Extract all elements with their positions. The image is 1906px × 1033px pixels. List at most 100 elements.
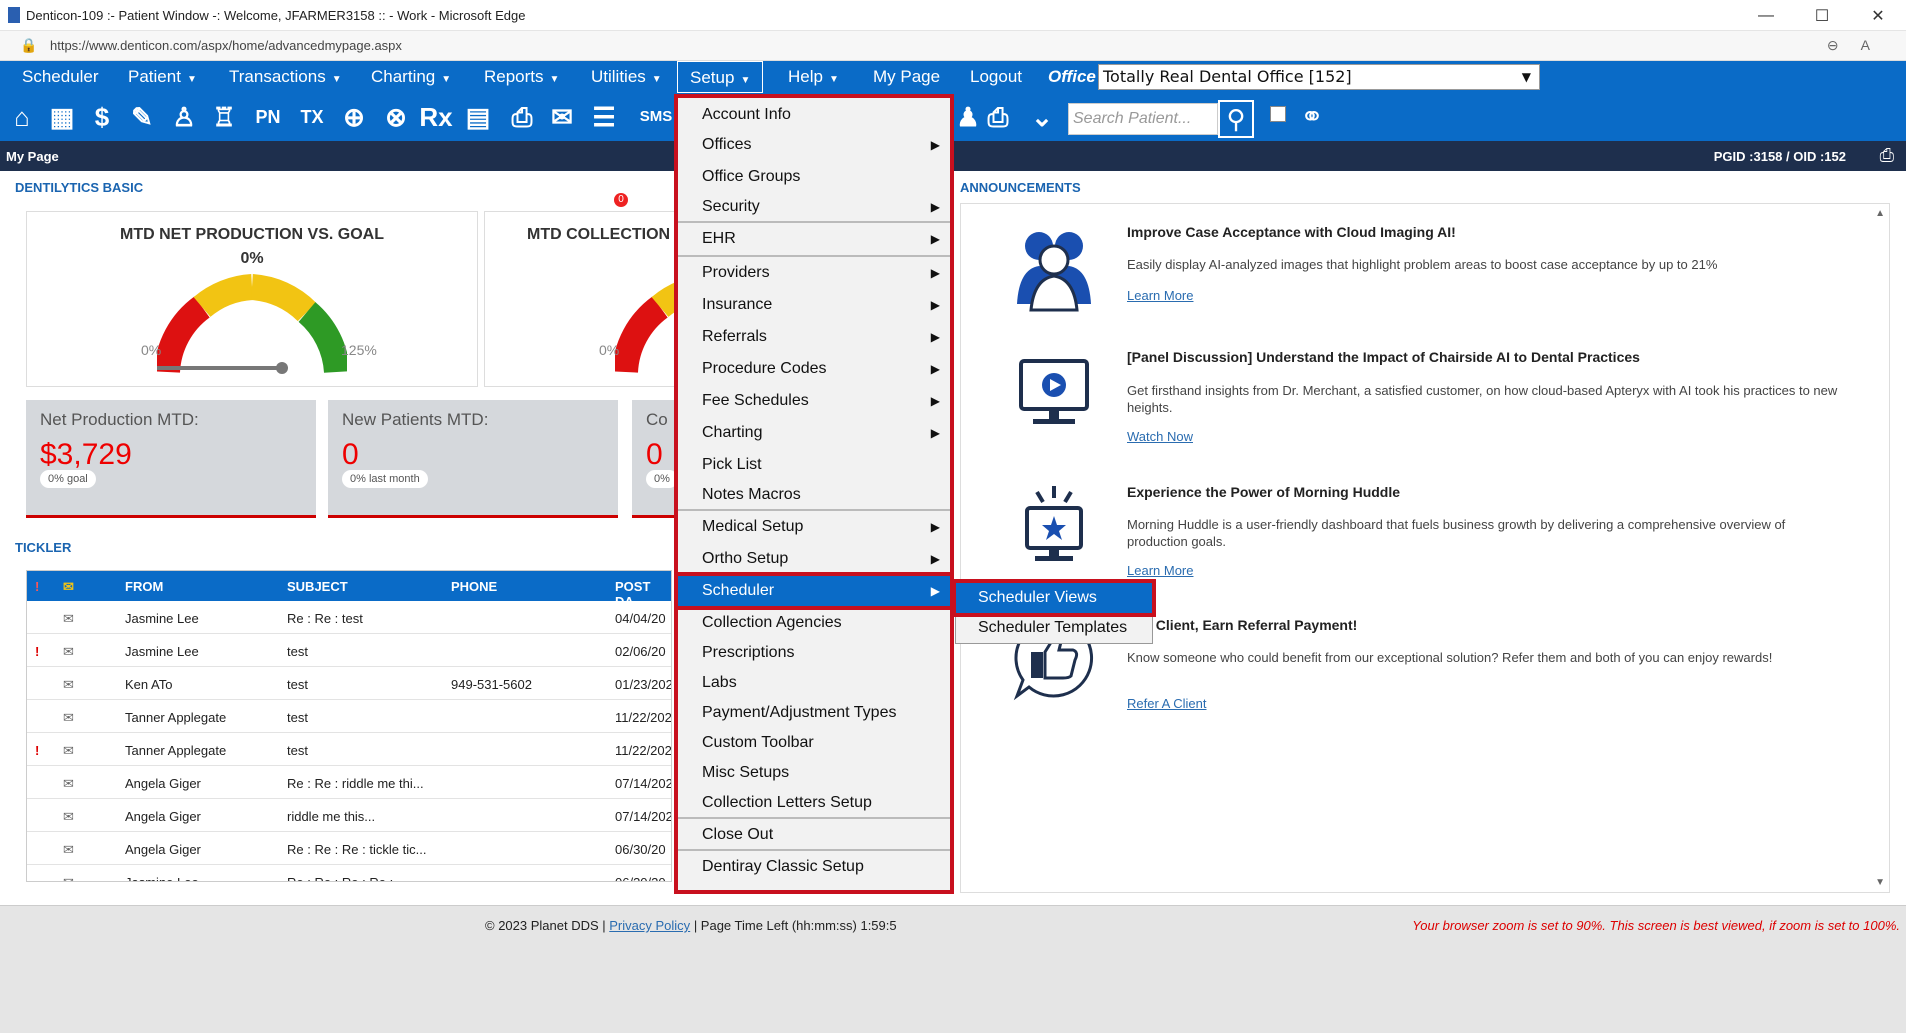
menu-item-label: Account Info [702, 106, 791, 123]
table-row[interactable]: ! ✉ Jasmine Lee test 02/06/20 [27, 634, 671, 667]
menu-item-charting[interactable]: Charting ▶ [678, 418, 950, 448]
watch-now-link[interactable]: Watch Now [1127, 429, 1193, 444]
table-row[interactable]: ✉ Ken ATo test 949-531-5602 01/23/202 [27, 667, 671, 700]
priority-col-icon: ! [35, 579, 40, 594]
table-row[interactable]: ! ✉ Tanner Applegate test 11/22/202 [27, 733, 671, 766]
mail-icon[interactable]: ✉ [544, 99, 580, 135]
menu-item-custom-toolbar[interactable]: Custom Toolbar [678, 728, 950, 758]
progress-notes-icon[interactable]: PN [250, 99, 286, 135]
gauge-min: 0% [599, 342, 620, 358]
url-text[interactable]: https://www.denticon.com/aspx/home/advan… [50, 38, 402, 53]
footer-copyright: © 2023 Planet DDS | Privacy Policy | Pag… [485, 918, 897, 933]
nav-my-page[interactable]: My Page [873, 61, 940, 93]
close-button[interactable]: ✕ [1850, 0, 1906, 31]
col-phone[interactable]: PHONE [451, 579, 497, 594]
table-row[interactable]: ✉ Jasmine Lee Re : Re : Re : Re : 06/30/20 [27, 865, 671, 881]
menu-item-collection-agencies[interactable]: Collection Agencies [678, 608, 950, 638]
menu-item-ehr[interactable]: EHR ▶ [678, 224, 950, 254]
learn-more-link[interactable]: Learn More [1127, 563, 1193, 578]
tickler-header: ! ✉ FROM SUBJECT PHONE POST DA [27, 571, 671, 609]
menu-item-security[interactable]: Security ▶ [678, 192, 950, 222]
menu-item-insurance[interactable]: Insurance ▶ [678, 290, 950, 320]
printer-icon[interactable]: ⎙ [980, 99, 1016, 135]
menu-item-close-out[interactable]: Close Out [678, 820, 950, 850]
table-row[interactable]: ✉ Angela Giger Re : Re : riddle me thi... 0… [27, 766, 671, 799]
maximize-button[interactable]: ☐ [1794, 0, 1850, 31]
calendar-icon[interactable]: ▦ [44, 99, 80, 135]
scroll-up-icon[interactable]: ▲ [1875, 208, 1885, 219]
menu-item-scheduler-templates[interactable]: Scheduler Templates [956, 613, 1152, 643]
nav-help[interactable]: Help ▼ [788, 61, 839, 93]
table-row[interactable]: ✉ Tanner Applegate test 11/22/202 [27, 700, 671, 733]
teeth-icon[interactable]: ♖ [206, 99, 242, 135]
menu-item-offices[interactable]: Offices ▶ [678, 130, 950, 160]
treatment-icon[interactable]: TX [294, 99, 330, 135]
prescription-icon[interactable]: Rx [418, 99, 454, 135]
menu-item-medical-setup[interactable]: Medical Setup ▶ [678, 512, 950, 542]
checkbox[interactable] [1270, 106, 1286, 122]
menu-item-ortho-setup[interactable]: Ortho Setup ▶ [678, 544, 950, 574]
zoom-icon[interactable]: ⊖A [1827, 37, 1892, 54]
nav-scheduler[interactable]: Scheduler [22, 61, 99, 93]
menu-item-office-groups[interactable]: Office Groups [678, 162, 950, 192]
table-row[interactable]: ✉ Jasmine Lee Re : Re : test 04/04/20 [27, 601, 671, 634]
nav-setup[interactable]: Setup ▼ [677, 61, 764, 93]
menu-item-payment-adjustment-types[interactable]: Payment/Adjustment Types [678, 698, 950, 728]
menu-item-scheduler[interactable]: Scheduler ▶ [674, 572, 954, 610]
scroll-down-icon[interactable]: ▼ [1875, 877, 1885, 888]
menu-item-labs[interactable]: Labs [678, 668, 950, 698]
menu-item-providers[interactable]: Providers ▶ [678, 258, 950, 288]
menu-item-label: Scheduler [702, 582, 775, 599]
document-icon[interactable]: ▤ [460, 99, 496, 135]
menu-item-scheduler-views[interactable]: Scheduler Views [952, 579, 1156, 617]
learn-more-link[interactable]: Learn More [1127, 288, 1193, 303]
menu-item-collection-letters-setup[interactable]: Collection Letters Setup [678, 788, 950, 818]
menu-item-misc-setups[interactable]: Misc Setups [678, 758, 950, 788]
minimize-button[interactable]: — [1738, 0, 1794, 31]
menu-item-prescriptions[interactable]: Prescriptions [678, 638, 950, 668]
tooth-icon[interactable]: ♙ [166, 99, 202, 135]
office-select[interactable]: Totally Real Dental Office [152] ▼ [1098, 64, 1540, 90]
menu-item-fee-schedules[interactable]: Fee Schedules ▶ [678, 386, 950, 416]
notes-icon[interactable]: ✎ [124, 99, 160, 135]
menu-item-pick-list[interactable]: Pick List [678, 450, 950, 480]
col-subject[interactable]: SUBJECT [287, 579, 348, 594]
nav-reports[interactable]: Reports ▼ [484, 61, 559, 93]
gauge-dial [157, 274, 347, 374]
fax-icon[interactable]: ⎙ [504, 99, 540, 135]
table-row[interactable]: ✉ Angela Giger Re : Re : Re : tickle tic..… [27, 832, 671, 865]
nav-utilities[interactable]: Utilities ▼ [591, 61, 662, 93]
dollar-icon[interactable]: $ [84, 99, 120, 135]
star-monitor-icon [1025, 486, 1083, 561]
menu-item-notes-macros[interactable]: Notes Macros [678, 480, 950, 510]
group-search-icon[interactable]: ⚭ [1292, 100, 1332, 138]
refer-client-link[interactable]: Refer A Client [1127, 696, 1207, 711]
menu-item-dentiray-classic-setup[interactable]: Dentiray Classic Setup [678, 852, 950, 882]
print-icon[interactable]: ⎙ [1880, 145, 1894, 166]
nav-transactions[interactable]: Transactions ▼ [229, 61, 342, 93]
menu-item-account-info[interactable]: Account Info [678, 100, 950, 130]
table-row[interactable]: ✉ Angela Giger riddle me this... 07/14/202 [27, 799, 671, 832]
sms-icon[interactable]: SMS [638, 99, 674, 135]
menu-item-referrals[interactable]: Referrals ▶ [678, 322, 950, 352]
menu-item-procedure-codes[interactable]: Procedure Codes ▶ [678, 354, 950, 384]
privacy-policy-link[interactable]: Privacy Policy [609, 918, 690, 933]
nav-charting[interactable]: Charting ▼ [371, 61, 451, 93]
cell-subject: Re : Re : Re : Re : [287, 875, 393, 881]
message-icon[interactable]: ☰ [586, 99, 622, 135]
home-icon[interactable]: ⌂ [4, 99, 40, 135]
cell-from: Tanner Applegate [125, 710, 227, 725]
address-bar[interactable]: 🔒 https://www.denticon.com/aspx/home/adv… [0, 31, 1906, 61]
kpi-new-patients: New Patients MTD: 0 0% last month [328, 400, 618, 518]
nav-patient[interactable]: Patient ▼ [128, 61, 197, 93]
nav-logout[interactable]: Logout [970, 61, 1022, 93]
tickler-title: TICKLER [15, 540, 72, 555]
chevron-down-icon[interactable]: ⌄ [1024, 99, 1060, 135]
add-family-icon[interactable]: ⊗ [378, 99, 414, 135]
envelope-icon: ✉ [63, 677, 74, 692]
add-patient-icon[interactable]: ⊕ [336, 99, 372, 135]
search-patient-input[interactable]: Search Patient... [1068, 103, 1218, 135]
col-from[interactable]: FROM [125, 579, 163, 594]
patient-search-icon[interactable]: ⚲ [1218, 100, 1254, 138]
cell-date: 11/22/202 [615, 743, 672, 758]
